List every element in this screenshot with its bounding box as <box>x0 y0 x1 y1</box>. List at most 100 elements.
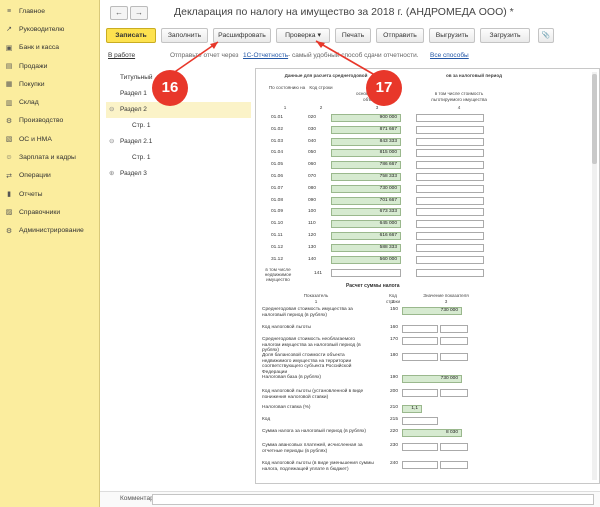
arrow-right-icon: → <box>135 8 143 17</box>
row-value-field[interactable]: 673 333 <box>331 208 401 217</box>
row-value-field[interactable]: 871 667 <box>331 125 401 134</box>
sidebar-item-admin[interactable]: ⚙ Администрирование <box>0 222 99 240</box>
calc-row-code: 170 <box>390 337 399 342</box>
row-privileged-field[interactable] <box>416 243 484 252</box>
print-button[interactable]: Печать <box>335 28 371 43</box>
row-privileged-field[interactable] <box>416 173 484 181</box>
send-button[interactable]: Отправить <box>376 28 424 43</box>
sidebar-item-assets[interactable]: ▧ ОС и НМА <box>0 130 99 148</box>
sidebar-item-operations[interactable]: ⇄ Операции <box>0 167 99 185</box>
row-date: 01.05 <box>271 162 284 168</box>
row-privileged-field[interactable] <box>416 149 484 158</box>
calc-value-field[interactable]: 1,1 <box>402 405 422 413</box>
calc-value-field[interactable] <box>402 389 438 397</box>
calc-row: Сумма налога за налоговый период (в рубл… <box>262 429 597 443</box>
row-value-field[interactable]: 730 000 <box>331 184 401 193</box>
calc-value-field[interactable] <box>402 461 438 469</box>
row-privileged-field[interactable] <box>416 196 484 205</box>
sidebar-item-warehouse[interactable]: ▥ Склад <box>0 93 99 111</box>
load-button[interactable]: Загрузить <box>480 28 530 43</box>
sidebar-item-references[interactable]: ▨ Справочники <box>0 203 99 221</box>
forward-button[interactable]: → <box>130 6 148 20</box>
calc-value-field[interactable]: 8 030 <box>402 429 462 437</box>
tree-item-section-2[interactable]: ⊖ Раздел 2 <box>106 102 251 118</box>
calc-extra-field[interactable] <box>440 389 468 397</box>
sidebar-item-purchases[interactable]: ▦ Покупки <box>0 75 99 93</box>
calc-value-field[interactable] <box>402 337 438 345</box>
status-label[interactable]: В работе <box>108 52 135 59</box>
calc-row: Среднегодовая стоимость имущества за нал… <box>262 307 597 321</box>
comment-input[interactable] <box>152 494 594 505</box>
sidebar-item-label: ОС и НМА <box>19 135 52 143</box>
sidebar-item-label: Зарплата и кадры <box>19 154 76 162</box>
calc-value-field[interactable] <box>402 325 438 333</box>
row-privileged-field[interactable] <box>416 161 484 170</box>
sidebar-item-label: Главное <box>19 7 45 15</box>
sidebar-item-director[interactable]: ↗ Руководителю <box>0 20 99 38</box>
comment-bar: Комментарий: <box>100 491 600 507</box>
calc-value-field[interactable] <box>402 443 438 451</box>
row-value-field[interactable]: 843 333 <box>331 137 401 146</box>
save-button[interactable]: Записать <box>106 28 156 43</box>
back-button[interactable]: ← <box>110 6 128 20</box>
calc-extra-field[interactable] <box>440 461 468 469</box>
row-value-field[interactable]: 645 000 <box>331 220 401 229</box>
sidebar-item-sales[interactable]: ▤ Продажи <box>0 57 99 75</box>
calc-value-field[interactable]: 730 000 <box>402 307 462 315</box>
expand-icon[interactable]: ⊕ <box>109 166 114 182</box>
gear-icon: ⚙ <box>5 117 13 125</box>
row-value-field[interactable]: 900 000 <box>331 114 401 122</box>
row-privileged-field[interactable] <box>416 125 484 134</box>
row-value-field[interactable]: 588 333 <box>331 243 401 252</box>
toolbar: Записать Заполнить Расшифровать Проверка… <box>100 28 600 46</box>
sidebar-item-reports[interactable]: ▮ Отчеты <box>0 185 99 203</box>
table-row: 01.07 080 730 000 <box>256 184 496 195</box>
collapse-icon[interactable]: ⊖ <box>109 102 114 118</box>
scrollbar-thumb[interactable] <box>592 74 597 164</box>
row-privileged-field[interactable] <box>416 255 484 264</box>
sidebar-item-main[interactable]: ≡ Главное <box>0 2 99 20</box>
attach-button[interactable]: 📎 <box>538 28 554 43</box>
fill-button[interactable]: Заполнить <box>161 28 208 43</box>
table-row: 01.12 130 588 333 <box>256 243 496 254</box>
collapse-icon[interactable]: ⊖ <box>109 134 114 150</box>
row-value-field[interactable]: 815 000 <box>331 149 401 158</box>
row-value-field[interactable]: 616 667 <box>331 232 401 240</box>
decode-button[interactable]: Расшифровать <box>213 28 271 43</box>
row-privileged-field[interactable] <box>416 220 484 229</box>
tree-item-section-2-page-1[interactable]: Стр. 1 <box>106 118 251 134</box>
calc-row-code: 230 <box>390 443 399 448</box>
row-privileged-field[interactable] <box>416 232 484 240</box>
row-date: 01.09 <box>271 209 284 215</box>
nedv-label: в том числе недвижимое имущество <box>264 267 292 282</box>
calc-extra-field[interactable] <box>440 337 468 345</box>
calc-value-field[interactable] <box>402 417 438 425</box>
sidebar-item-production[interactable]: ⚙ Производство <box>0 112 99 130</box>
tree-item-section-3[interactable]: ⊕ Раздел 3 <box>106 166 251 182</box>
reporting-link[interactable]: 1С-Отчетность <box>243 52 288 59</box>
tree-item-section-2-1[interactable]: ⊖ Раздел 2.1 <box>106 134 251 150</box>
row-value-field[interactable]: 560 000 <box>331 255 401 264</box>
all-methods-link[interactable]: Все способы <box>430 52 469 59</box>
check-button[interactable]: Проверка ▾ <box>276 28 330 43</box>
row-privileged-field[interactable] <box>416 114 484 122</box>
nedv-value-field[interactable] <box>331 269 401 277</box>
upload-button[interactable]: Выгрузить <box>429 28 475 43</box>
nedv-privileged-field[interactable] <box>416 269 484 277</box>
row-privileged-field[interactable] <box>416 137 484 146</box>
calc-value-field[interactable]: 730 000 <box>402 375 462 383</box>
row-date: 01.02 <box>271 126 284 132</box>
row-privileged-field[interactable] <box>416 208 484 217</box>
sidebar-item-label: Склад <box>19 99 39 107</box>
row-value-field[interactable]: 701 667 <box>331 196 401 205</box>
row-value-field[interactable]: 786 667 <box>331 161 401 170</box>
calc-value-field[interactable] <box>402 353 438 361</box>
calc-extra-field[interactable] <box>440 443 468 451</box>
row-value-field[interactable]: 758 333 <box>331 173 401 181</box>
sidebar-item-salary[interactable]: ☺ Зарплата и кадры <box>0 148 99 166</box>
tree-item-section-2-1-page-1[interactable]: Стр. 1 <box>106 150 251 166</box>
calc-extra-field[interactable] <box>440 353 468 361</box>
calc-extra-field[interactable] <box>440 325 468 333</box>
sidebar-item-bank[interactable]: ▣ Банк и касса <box>0 39 99 57</box>
row-privileged-field[interactable] <box>416 184 484 193</box>
